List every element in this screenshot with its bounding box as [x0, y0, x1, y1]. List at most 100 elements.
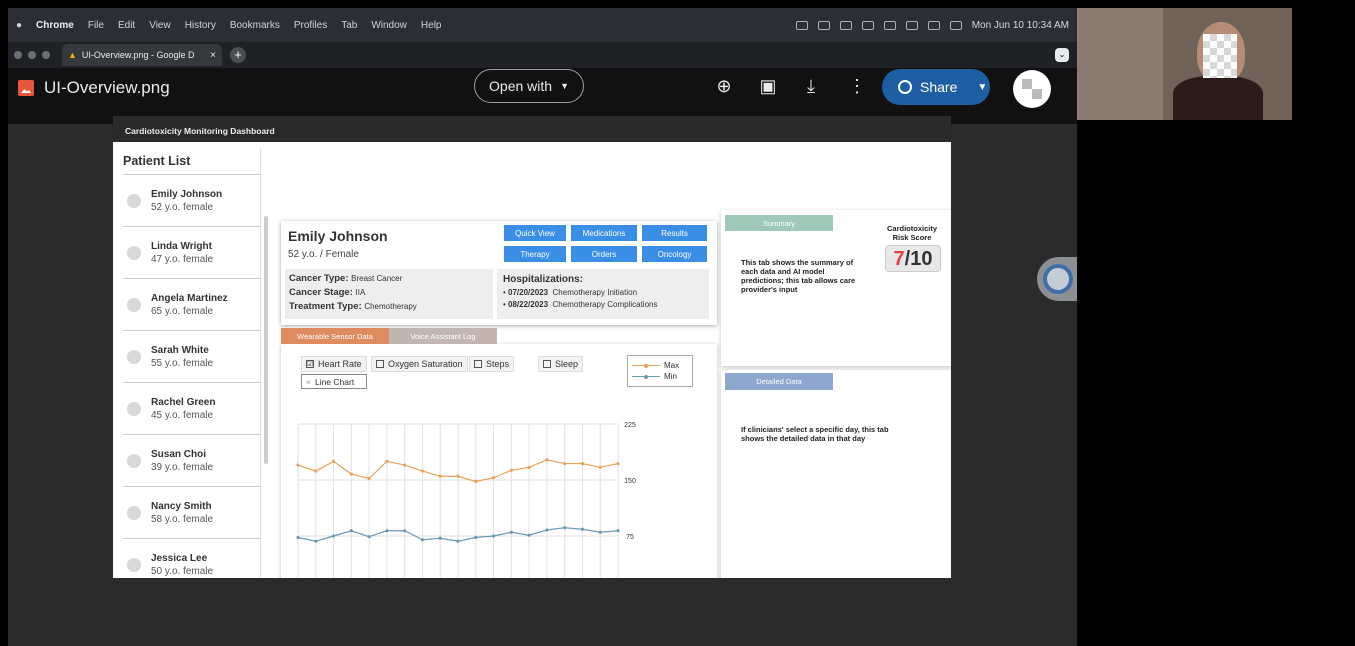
patient-item[interactable]: Nancy Smith 58 y.o. female — [123, 487, 260, 539]
webcam-video-tile — [1077, 8, 1292, 120]
oncology-button[interactable]: Oncology — [642, 246, 707, 262]
patient-item[interactable]: Susan Choi 39 y.o. female — [123, 435, 260, 487]
new-tab-button[interactable]: + — [230, 47, 246, 63]
data-point-min — [491, 534, 496, 538]
y-tick-label: 150 — [624, 478, 636, 485]
tab-close-icon[interactable]: × — [210, 50, 216, 61]
avatar-pattern — [1022, 79, 1032, 89]
menu-history[interactable]: History — [185, 20, 216, 31]
share-button[interactable]: Share ▼ — [882, 69, 990, 105]
patient-list-scrollbar[interactable] — [264, 216, 268, 464]
tab-wearable-sensor-data[interactable]: Wearable Sensor Data — [281, 328, 389, 344]
status-icons: Mon Jun 10 10:34 AM — [795, 20, 1069, 31]
file-name: UI-Overview.png — [44, 78, 170, 97]
tab-search-button[interactable]: ⌄ — [1055, 48, 1069, 62]
caret-down-icon: ▼ — [560, 81, 569, 91]
data-point-min — [385, 529, 389, 533]
data-point-max — [438, 474, 442, 478]
patient-radio[interactable] — [127, 245, 141, 260]
menu-profiles[interactable]: Profiles — [294, 20, 327, 31]
minimize-window-button[interactable] — [28, 51, 36, 59]
data-point-max — [349, 472, 353, 476]
legend-item-max: Max — [632, 360, 688, 371]
share-label: Share — [920, 79, 958, 95]
heart-rate-line-chart: 075150225Jul. 22Jul. 24Jul. 26Jul. 28Jul… — [296, 422, 636, 578]
menu-bookmarks[interactable]: Bookmarks — [230, 20, 280, 31]
tab-voice-assistant-log[interactable]: Voice Assistant Log — [389, 328, 497, 344]
menu-edit[interactable]: Edit — [118, 20, 135, 31]
account-avatar[interactable] — [1013, 70, 1051, 108]
detailed-description: If clinicians' select a specific day, th… — [741, 425, 889, 443]
therapy-button[interactable]: Therapy — [504, 246, 566, 262]
metric-oxygen-saturation[interactable]: Oxygen Saturation — [371, 356, 468, 372]
menu-view[interactable]: View — [149, 20, 171, 31]
patient-info: 65 y.o. female — [151, 305, 214, 317]
checkbox-icon — [474, 360, 482, 368]
chart-type-select[interactable]: × Line Chart — [301, 374, 367, 389]
tab-summary[interactable]: Summary — [725, 215, 833, 231]
patient-radio[interactable] — [127, 401, 141, 416]
metric-heart-rate[interactable]: ☑ Heart Rate — [301, 356, 367, 372]
clock-icon[interactable] — [839, 20, 852, 30]
patient-item[interactable]: Rachel Green 45 y.o. female — [123, 383, 260, 435]
chart-type-label: Line Chart — [314, 376, 355, 387]
wifi-icon[interactable] — [927, 20, 940, 30]
chart-legend: Max Min — [627, 355, 693, 387]
search-icon[interactable] — [861, 20, 874, 30]
patient-item[interactable]: Angela Martinez 65 y.o. female — [123, 279, 260, 331]
caret-down-icon[interactable]: ▼ — [977, 82, 987, 93]
data-point-max — [314, 469, 318, 473]
data-point-min — [545, 528, 549, 532]
results-button[interactable]: Results — [642, 225, 707, 241]
battery-icon[interactable] — [905, 20, 918, 30]
quick-view-button[interactable]: Quick View — [504, 225, 566, 241]
data-point-max — [367, 476, 371, 481]
patient-radio[interactable] — [127, 193, 141, 208]
cloud-icon[interactable] — [795, 20, 808, 30]
apple-menu-icon[interactable]: ● — [16, 20, 22, 31]
detailed-data-panel — [721, 370, 951, 578]
close-icon[interactable]: × — [306, 377, 311, 387]
zoom-window-button[interactable] — [42, 51, 50, 59]
print-icon[interactable]: ▣ — [757, 76, 779, 97]
patient-item[interactable]: Linda Wright 47 y.o. female — [123, 227, 260, 279]
patient-radio[interactable] — [127, 453, 141, 468]
patient-radio[interactable] — [127, 349, 141, 364]
open-with-button[interactable]: Open with ▼ — [474, 69, 584, 103]
patient-radio[interactable] — [127, 505, 141, 520]
medications-button[interactable]: Medications — [571, 225, 637, 241]
menu-help[interactable]: Help — [421, 20, 442, 31]
screen-share-extension-icon[interactable] — [1037, 257, 1077, 301]
orders-button[interactable]: Orders — [571, 246, 637, 262]
summary-description: This tab shows the summary of each data … — [741, 258, 856, 294]
data-point-max — [598, 465, 602, 469]
patient-info: 39 y.o. female — [151, 461, 214, 473]
patient-item[interactable]: Jessica Lee 50 y.o. female — [123, 539, 260, 578]
data-point-max — [563, 461, 567, 466]
close-window-button[interactable] — [14, 51, 22, 59]
metric-steps[interactable]: Steps — [469, 356, 515, 372]
add-shortcut-drive-icon[interactable]: ⊕ — [713, 76, 735, 97]
metric-sleep[interactable]: Sleep — [538, 356, 584, 372]
menu-chrome[interactable]: Chrome — [36, 20, 74, 31]
data-point-min — [598, 530, 602, 534]
menu-file[interactable]: File — [88, 20, 104, 31]
menubar-clock[interactable]: Mon Jun 10 10:34 AM — [972, 20, 1069, 31]
patient-radio[interactable] — [127, 297, 141, 312]
window-controls — [14, 51, 50, 59]
risk-score-label: Cardiotoxicity Risk Score — [886, 224, 937, 242]
download-icon[interactable]: ⤓ — [800, 76, 822, 97]
cancer-stage-value: IIA — [355, 288, 366, 297]
window-icon[interactable] — [817, 20, 830, 30]
patient-item[interactable]: Emily Johnson 52 y.o. female — [123, 175, 260, 227]
patient-item[interactable]: Sarah White 55 y.o. female — [123, 331, 260, 383]
browser-tab[interactable]: ▲ UI-Overview.png - Google D × — [62, 44, 222, 66]
patient-radio[interactable] — [127, 557, 141, 572]
tab-detailed-data[interactable]: Detailed Data — [725, 373, 833, 390]
menu-tab[interactable]: Tab — [341, 20, 357, 31]
keyboard-icon[interactable] — [883, 20, 896, 30]
menu-window[interactable]: Window — [371, 20, 407, 31]
more-options-icon[interactable]: ⋮ — [846, 76, 868, 97]
control-center-icon[interactable] — [949, 20, 962, 30]
patient-name: Jessica Lee — [151, 552, 208, 564]
